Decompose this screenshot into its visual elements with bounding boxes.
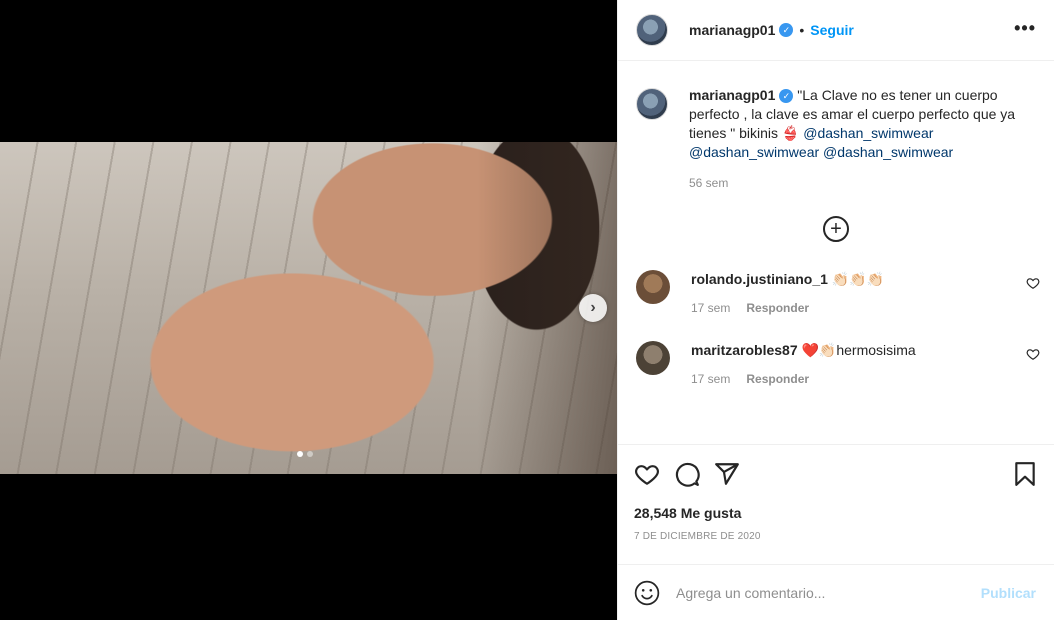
reply-button[interactable]: Responder xyxy=(746,372,809,386)
comment-body: rolando.justiniano_1 👏🏻👏🏻👏🏻 17 sem Respon… xyxy=(691,270,1011,315)
verified-badge-icon: ✓ xyxy=(779,89,794,104)
share-paper-plane-icon[interactable] xyxy=(714,461,740,487)
plus-circle-icon[interactable]: + xyxy=(823,216,849,242)
carousel-next-button[interactable]: › xyxy=(579,294,607,322)
mention-link[interactable]: @dashan_swimwear xyxy=(823,144,953,160)
carousel-dot-active xyxy=(297,451,303,457)
avatar[interactable] xyxy=(636,14,668,46)
comment-item: maritzarobles87 ❤️👏🏻hermosisima 17 sem Re… xyxy=(618,341,1054,386)
caption-text: marianagp01 ✓ "La Clave no es tener un cu… xyxy=(689,86,1038,162)
avatar[interactable] xyxy=(636,270,670,304)
caption: marianagp01 ✓ "La Clave no es tener un cu… xyxy=(618,62,1054,190)
post-photo[interactable] xyxy=(0,142,617,474)
comment-time[interactable]: 17 sem xyxy=(691,372,730,386)
comment-meta: 17 sem Responder xyxy=(691,372,1011,386)
like-heart-icon[interactable] xyxy=(634,461,660,487)
more-horizontal-icon[interactable]: ••• xyxy=(1014,18,1036,39)
comment-time[interactable]: 17 sem xyxy=(691,301,730,315)
comment-item: rolando.justiniano_1 👏🏻👏🏻👏🏻 17 sem Respon… xyxy=(618,270,1054,315)
comment-text: maritzarobles87 ❤️👏🏻hermosisima xyxy=(691,341,1011,359)
mention-link[interactable]: @dashan_swimwear xyxy=(803,125,933,141)
avatar[interactable] xyxy=(636,88,668,120)
publish-button[interactable]: Publicar xyxy=(981,585,1036,601)
post-actions: 28,548 Me gusta 7 DE DICIEMBRE DE 2020 P… xyxy=(618,444,1054,620)
comment-content: ❤️👏🏻hermosisima xyxy=(797,342,916,358)
comment-username[interactable]: rolando.justiniano_1 xyxy=(691,271,828,287)
comments-list[interactable]: marianagp01 ✓ "La Clave no es tener un cu… xyxy=(618,62,1054,443)
add-comment-bar: Publicar xyxy=(618,564,1054,620)
caption-username[interactable]: marianagp01 xyxy=(689,87,775,103)
save-bookmark-icon[interactable] xyxy=(1012,461,1038,487)
post-media: › xyxy=(0,0,617,620)
action-icons xyxy=(634,445,1038,501)
header-separator: • xyxy=(799,22,805,38)
caption-time[interactable]: 56 sem xyxy=(689,176,1038,190)
reply-button[interactable]: Responder xyxy=(746,301,809,315)
verified-badge-icon: ✓ xyxy=(779,23,794,37)
carousel-dot xyxy=(307,451,313,457)
post-side-panel: marianagp01 ✓ • Seguir ••• marianagp01 ✓ … xyxy=(617,0,1054,620)
caption-emoji: 👙 xyxy=(781,125,800,141)
post-header: marianagp01 ✓ • Seguir ••• xyxy=(618,0,1054,61)
load-more-comments: + xyxy=(618,216,1054,242)
emoji-icon[interactable] xyxy=(634,580,660,606)
avatar[interactable] xyxy=(636,341,670,375)
follow-button[interactable]: Seguir xyxy=(810,22,854,38)
comment-input[interactable] xyxy=(676,585,981,601)
likes-count[interactable]: 28,548 Me gusta xyxy=(634,505,1038,521)
comment-bubble-icon[interactable] xyxy=(674,461,700,487)
mention-link[interactable]: @dashan_swimwear xyxy=(689,144,819,160)
comment-content: 👏🏻👏🏻👏🏻 xyxy=(827,271,885,287)
like-comment-heart-icon[interactable] xyxy=(1026,347,1040,361)
caption-body: marianagp01 ✓ "La Clave no es tener un cu… xyxy=(689,86,1038,190)
comment-body: maritzarobles87 ❤️👏🏻hermosisima 17 sem Re… xyxy=(691,341,1011,386)
comment-meta: 17 sem Responder xyxy=(691,301,1011,315)
comment-text: rolando.justiniano_1 👏🏻👏🏻👏🏻 xyxy=(691,270,1011,288)
post-date[interactable]: 7 DE DICIEMBRE DE 2020 xyxy=(634,531,1038,542)
header-username[interactable]: marianagp01 xyxy=(689,22,775,38)
like-comment-heart-icon[interactable] xyxy=(1026,276,1040,290)
comment-username[interactable]: maritzarobles87 xyxy=(691,342,798,358)
carousel-dots xyxy=(297,451,313,457)
